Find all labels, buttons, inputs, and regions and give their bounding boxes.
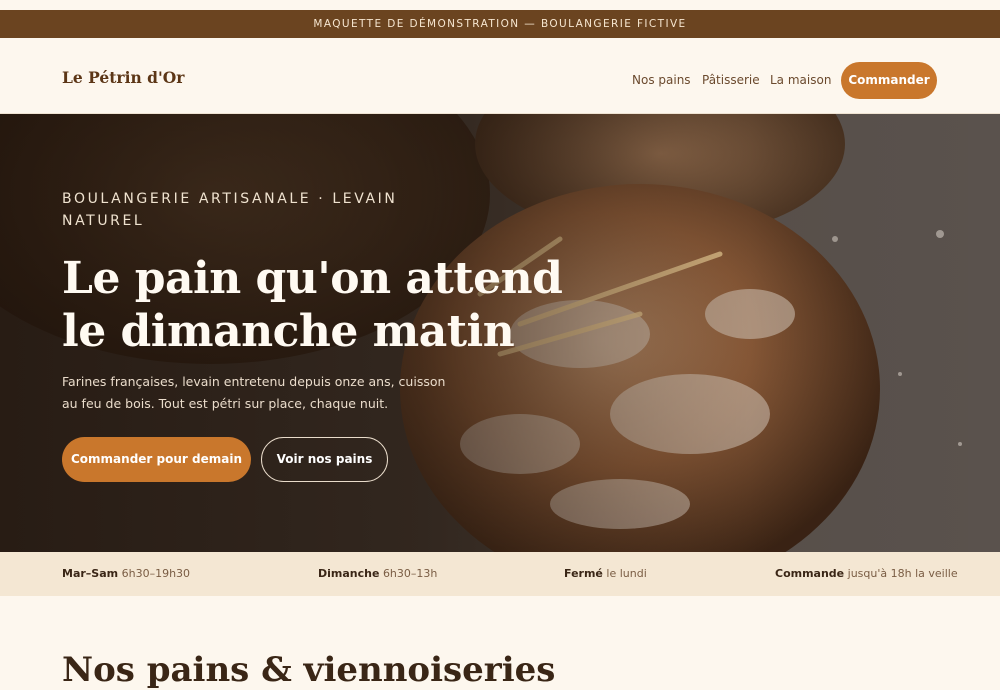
hours-item: Commande jusqu'à 18h la veille xyxy=(775,567,958,580)
hero-title: Le pain qu'on attend le dimanche matin xyxy=(62,252,582,358)
hero-description: Farines françaises, levain entretenu dep… xyxy=(62,374,446,411)
navbar: Le Pétrin d'Or Nos pains Pâtisserie La m… xyxy=(0,38,1000,114)
hero-title-line-1: Le pain qu'on attend xyxy=(62,253,563,304)
order-tomorrow-button[interactable]: Commander pour demain xyxy=(62,437,251,482)
hero-title-line-2: le dimanche matin xyxy=(62,306,515,357)
hours-item: Dimanche 6h30–13h xyxy=(318,567,438,580)
nav-link-la-maison[interactable]: La maison xyxy=(770,73,831,87)
hours-item: Fermé le lundi xyxy=(564,567,647,580)
nav-link-patisserie[interactable]: Pâtisserie xyxy=(702,73,760,87)
order-button[interactable]: Commander xyxy=(841,62,937,99)
see-breads-button[interactable]: Voir nos pains xyxy=(261,437,388,482)
section-title: Nos pains & viennoiseries xyxy=(62,650,556,690)
brand-logo[interactable]: Le Pétrin d'Or xyxy=(62,68,184,87)
nav-link-nos-pains[interactable]: Nos pains xyxy=(632,73,691,87)
hero-eyebrow: BOULANGERIE ARTISANALE · LEVAIN NATUREL xyxy=(62,191,398,229)
hours-bar: Mar–Sam 6h30–19h30 Dimanche 6h30–13h Fer… xyxy=(0,552,1000,596)
hours-item: Mar–Sam 6h30–19h30 xyxy=(62,567,191,580)
top-strip xyxy=(0,0,1000,10)
hero-section: BOULANGERIE ARTISANALE · LEVAIN NATUREL … xyxy=(0,114,1000,552)
demo-banner: MAQUETTE DE DÉMONSTRATION — BOULANGERIE … xyxy=(0,10,1000,38)
